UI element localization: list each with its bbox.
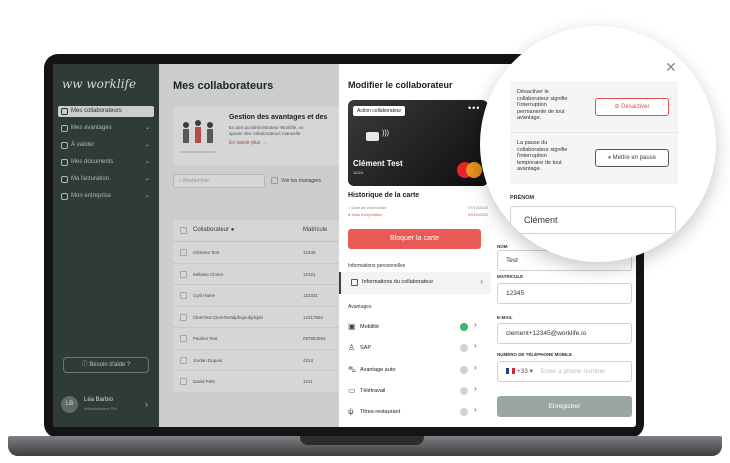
- pause-description: La pause du collaborateur signifie l'int…: [517, 140, 568, 172]
- contactless-icon: ))): [382, 130, 389, 137]
- laptop-icon: ▭: [348, 386, 356, 395]
- benefit-label: Titres-restaurant: [360, 409, 401, 415]
- email-label: E-MAIL: [497, 315, 513, 320]
- chevron-right-icon: ›: [474, 384, 477, 393]
- history-label: Date de commande: [351, 205, 387, 210]
- benefit-row-auto[interactable]: ⛍ Avantage auto ›: [348, 361, 484, 381]
- email-field[interactable]: clement+12345@worklife.io: [497, 323, 632, 344]
- mastercard-logo-icon: [466, 162, 482, 178]
- history-label: Date d'expédition: [351, 212, 383, 217]
- close-icon[interactable]: ✕: [665, 59, 677, 76]
- status-inactive-icon: [460, 387, 468, 395]
- phone-field[interactable]: +33 ▾ Enter a phone number: [497, 361, 632, 382]
- chevron-right-icon: ›: [474, 405, 477, 414]
- prenom-label: PRÉNOM: [510, 195, 535, 201]
- benefit-row-sap[interactable]: ♙ SAP ›: [348, 339, 484, 359]
- card-expiry: 12/24: [353, 170, 364, 175]
- chevron-right-icon: ›: [474, 320, 477, 329]
- divider: [510, 132, 678, 133]
- status-actions-panel: Désactiver le collaborateur signifie l'i…: [510, 81, 678, 184]
- status-active-icon: [460, 323, 468, 331]
- deactivate-button[interactable]: ⊘ Désactiver: [595, 98, 669, 116]
- benefit-row-titres-restaurant[interactable]: ψ Titres-restaurant ›: [348, 403, 484, 423]
- history-shipping-row: ● Date d'expédition 09/10/2022: [348, 212, 488, 217]
- benefit-label: Avantage auto: [360, 367, 396, 373]
- prenom-field[interactable]: Clément: [510, 206, 676, 234]
- matricule-field[interactable]: 12345: [497, 283, 632, 304]
- deactivate-description: Désactiver le collaborateur signifie l'i…: [517, 89, 568, 121]
- personal-info-item[interactable]: Informations du collaborateur ›: [339, 272, 491, 294]
- phone-placeholder: Enter a phone number: [540, 368, 606, 375]
- pause-label: Mettre en pause: [612, 155, 657, 161]
- phone-label: NUMÉRO DE TÉLÉPHONE MOBILE: [497, 352, 573, 357]
- card-history-title: Historique de la carte: [348, 192, 420, 199]
- status-inactive-icon: [460, 408, 468, 416]
- phone-country-code[interactable]: +33 ▾: [517, 368, 533, 375]
- benefit-row-teletravail[interactable]: ▭ Télétravail ›: [348, 382, 484, 402]
- payment-card: Action collaborateur ••• ))) Clément Tes…: [348, 100, 488, 186]
- modal-overlay[interactable]: [53, 64, 339, 427]
- fork-icon: ψ: [348, 407, 354, 416]
- chevron-right-icon: ›: [474, 363, 477, 372]
- car-icon: ⛍: [348, 365, 357, 374]
- laptop-notch: [300, 436, 424, 445]
- matricule-label: MATRICULE: [497, 274, 524, 279]
- benefit-row-mobilite[interactable]: ▣ Mobilité ›: [348, 318, 484, 338]
- benefit-label: Télétravail: [360, 388, 386, 394]
- bus-icon: ▣: [348, 322, 356, 331]
- id-card-icon: [351, 279, 358, 286]
- benefits-section-label: Avantages: [348, 304, 372, 310]
- benefit-label: SAP: [360, 345, 372, 351]
- france-flag-icon: [506, 368, 515, 375]
- zoom-callout: ✕ Désactiver le collaborateur signifie l…: [480, 26, 716, 262]
- pause-button[interactable]: ⏸ Mettre en pause: [595, 149, 669, 167]
- history-date: 09/10/2022: [467, 212, 488, 217]
- personal-info-label: Informations du collaborateur: [362, 279, 434, 285]
- more-options-icon[interactable]: •••: [468, 103, 480, 113]
- chevron-right-icon: ›: [474, 341, 477, 350]
- block-card-button[interactable]: Bloquer la carte: [348, 229, 481, 249]
- history-date: 07/10/2022: [467, 205, 488, 210]
- save-button[interactable]: Enregistrer: [497, 396, 632, 417]
- drawer-title: Modifier le collaborateur: [348, 80, 453, 90]
- history-order-row: ○ Date de commande 07/10/2022: [348, 205, 488, 210]
- nom-label: NOM: [497, 244, 508, 249]
- card-chip-icon: [366, 132, 379, 141]
- product-mockup: ww worklife Mes collaborateurs Mes avant…: [0, 0, 730, 463]
- status-inactive-icon: [460, 344, 468, 352]
- deactivate-label: Désactiver: [621, 104, 650, 110]
- card-holder-name: Clément Test: [353, 159, 403, 168]
- card-action-tag[interactable]: Action collaborateur: [353, 106, 406, 116]
- chevron-right-icon: ›: [480, 277, 483, 286]
- person-icon: ♙: [348, 343, 356, 352]
- benefit-label: Mobilité: [360, 324, 379, 330]
- personal-info-section-label: Informations personnelles: [348, 263, 406, 269]
- status-inactive-icon: [460, 366, 468, 374]
